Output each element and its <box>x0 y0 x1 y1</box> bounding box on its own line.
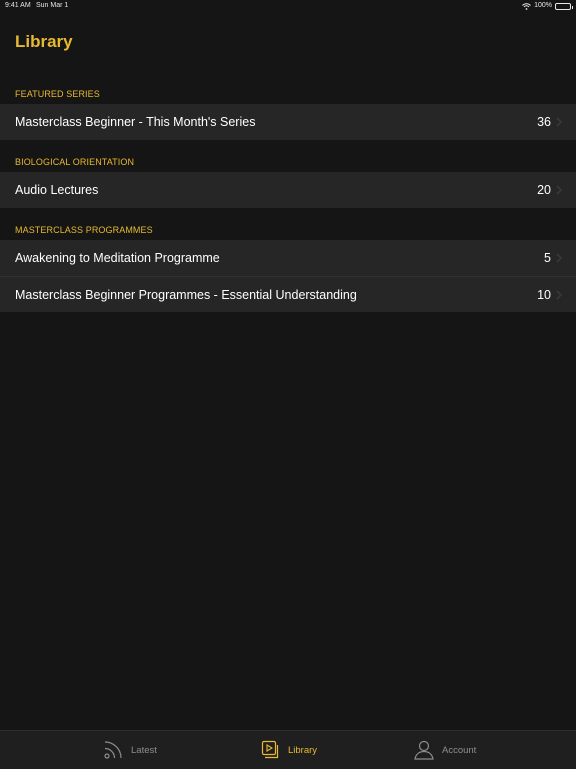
section-header: MASTERCLASS PROGRAMMES <box>15 225 153 235</box>
rss-icon <box>104 741 122 759</box>
list-item-count: 5 <box>544 251 551 265</box>
chevron-right-icon <box>556 290 563 300</box>
library-icon <box>261 740 279 759</box>
section-featured-series: FEATURED SERIES Masterclass Beginner - T… <box>0 80 576 140</box>
list-item-count: 10 <box>537 287 551 302</box>
list-item-label: Audio Lectures <box>15 183 99 197</box>
battery-icon <box>555 2 573 10</box>
chevron-right-icon <box>556 185 563 195</box>
chevron-right-icon <box>556 253 563 263</box>
battery-percent: 100% <box>534 2 552 9</box>
section-header: FEATURED SERIES <box>15 89 100 99</box>
list-item[interactable]: Awakening to Meditation Programme 5 <box>0 240 576 276</box>
status-right: 100% <box>522 0 573 12</box>
list-item[interactable]: Masterclass Beginner - This Month's Seri… <box>0 104 576 140</box>
list-item-count: 20 <box>537 183 551 197</box>
chevron-right-icon <box>556 117 563 127</box>
tab-account-label: Account <box>442 744 477 756</box>
list-item[interactable]: Audio Lectures 20 <box>0 172 576 208</box>
tab-library-label: Library <box>288 744 318 756</box>
person-icon <box>414 740 434 760</box>
section-masterclass-programmes: MASTERCLASS PROGRAMMES Awakening to Medi… <box>0 216 576 312</box>
list-item-label: Masterclass Beginner - This Month's Seri… <box>15 115 256 129</box>
list-item-label: Masterclass Beginner Programmes - Essent… <box>15 287 357 302</box>
tab-latest-label: Latest <box>131 744 157 756</box>
status-time: 9:41 AM <box>5 2 31 9</box>
status-bar: 9:41 AM Sun Mar 1 100% <box>0 0 576 12</box>
tab-library[interactable]: Library <box>260 731 317 769</box>
list-item-count: 36 <box>537 115 551 129</box>
tab-latest[interactable]: Latest <box>103 731 157 769</box>
tab-bar: Latest Library Account <box>0 730 576 769</box>
status-date: Sun Mar 1 <box>36 2 69 9</box>
tab-account[interactable]: Account <box>414 731 476 769</box>
section-header: BIOLOGICAL ORIENTATION <box>15 157 135 167</box>
list-item-label: Awakening to Meditation Programme <box>15 251 220 265</box>
list-item[interactable]: Masterclass Beginner Programmes - Essent… <box>0 276 576 312</box>
wifi-icon <box>522 2 531 10</box>
page-title: Library <box>15 32 73 51</box>
section-biological-orientation: BIOLOGICAL ORIENTATION Audio Lectures 20 <box>0 148 576 208</box>
